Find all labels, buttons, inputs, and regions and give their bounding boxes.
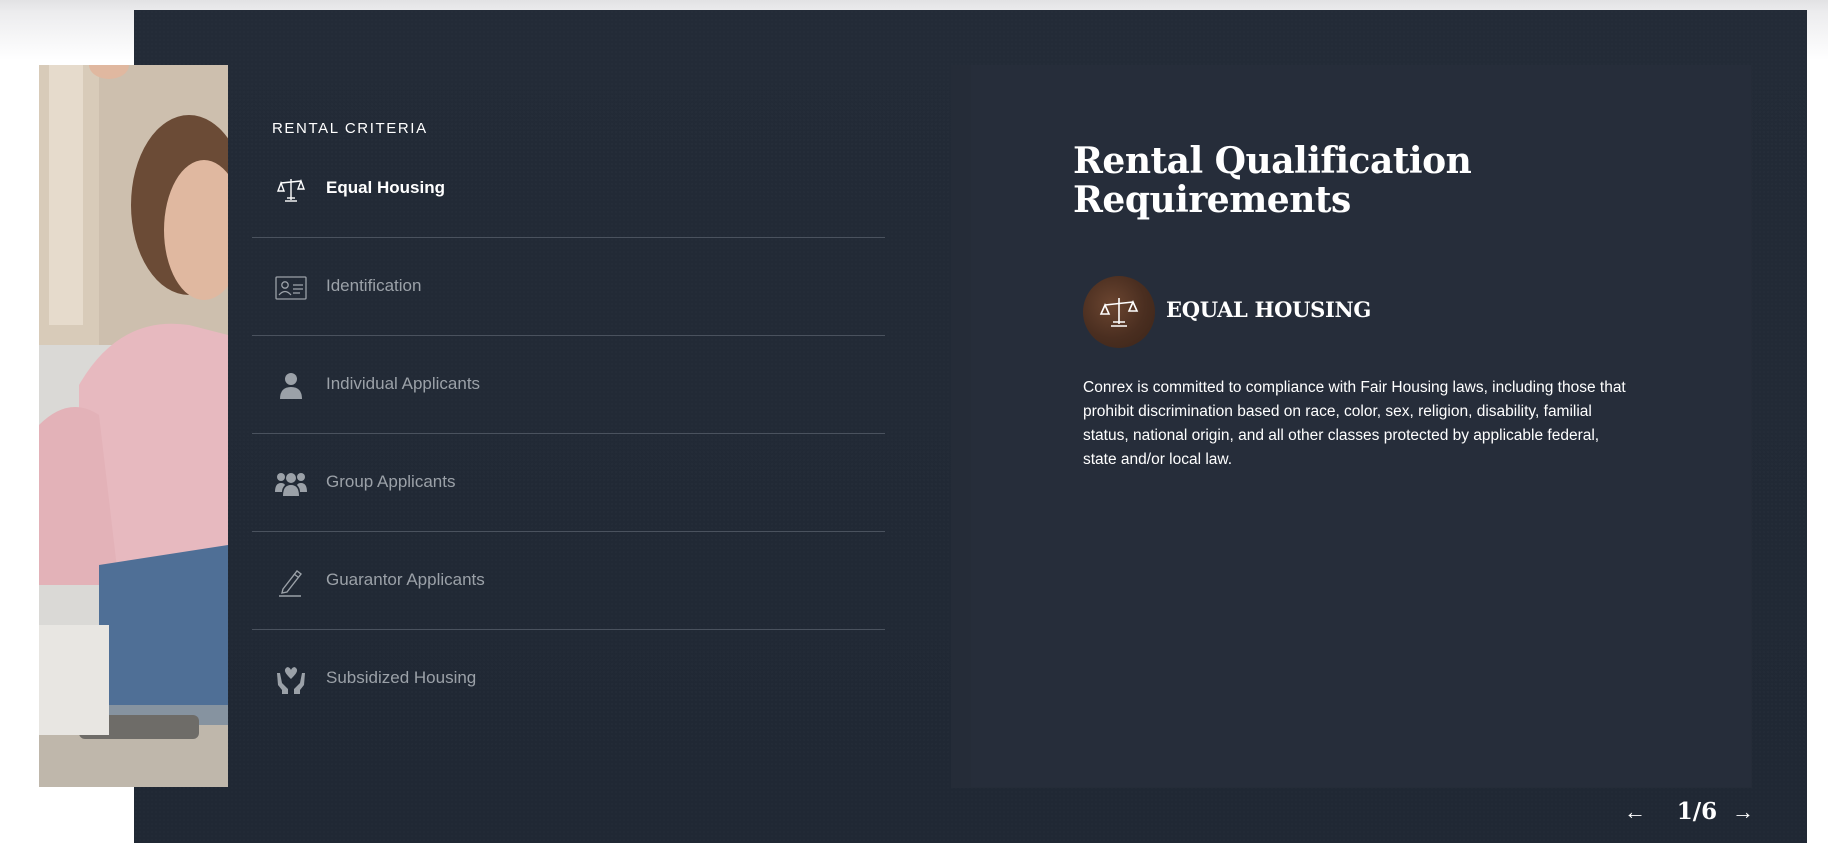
- criteria-item-label: Individual Applicants: [326, 374, 481, 393]
- id-card-icon: [275, 273, 307, 303]
- rental-criteria-heading: RENTAL CRITERIA: [272, 120, 428, 137]
- criteria-item-equal-housing[interactable]: Equal Housing: [252, 140, 885, 238]
- criteria-item-identification[interactable]: Identification: [252, 238, 885, 336]
- person-icon: [275, 371, 307, 401]
- scales-icon: [275, 175, 307, 205]
- criteria-item-group-applicants[interactable]: Group Applicants: [252, 434, 885, 532]
- criteria-item-subsidized-housing[interactable]: Subsidized Housing: [252, 630, 885, 727]
- page-counter: 1/6: [1676, 798, 1718, 825]
- hands-heart-icon: [275, 665, 307, 695]
- woman-with-calculator-photo: [39, 65, 228, 787]
- criteria-item-label: Equal Housing: [326, 178, 445, 197]
- arrow-left-icon[interactable]: ←: [1622, 796, 1648, 828]
- scales-icon: [1099, 298, 1139, 327]
- criteria-item-label: Identification: [326, 276, 422, 295]
- criteria-item-label: Group Applicants: [326, 472, 456, 491]
- group-icon: [275, 469, 307, 499]
- section-title: EQUAL HOUSING: [1166, 297, 1372, 322]
- criteria-item-guarantor-applicants[interactable]: Guarantor Applicants: [252, 532, 885, 630]
- detail-title: Rental Qualification Requirements: [1073, 140, 1472, 221]
- pencil-icon: [275, 567, 307, 597]
- section-badge: [1083, 276, 1155, 348]
- section-body: Conrex is committed to compliance with F…: [1083, 379, 1626, 468]
- criteria-item-label: Guarantor Applicants: [326, 570, 485, 589]
- criteria-item-label: Subsidized Housing: [326, 668, 477, 687]
- arrow-right-icon[interactable]: →: [1730, 796, 1756, 828]
- criteria-item-individual-applicants[interactable]: Individual Applicants: [252, 336, 885, 434]
- criteria-list: Equal Housing Identification Individual …: [252, 140, 885, 727]
